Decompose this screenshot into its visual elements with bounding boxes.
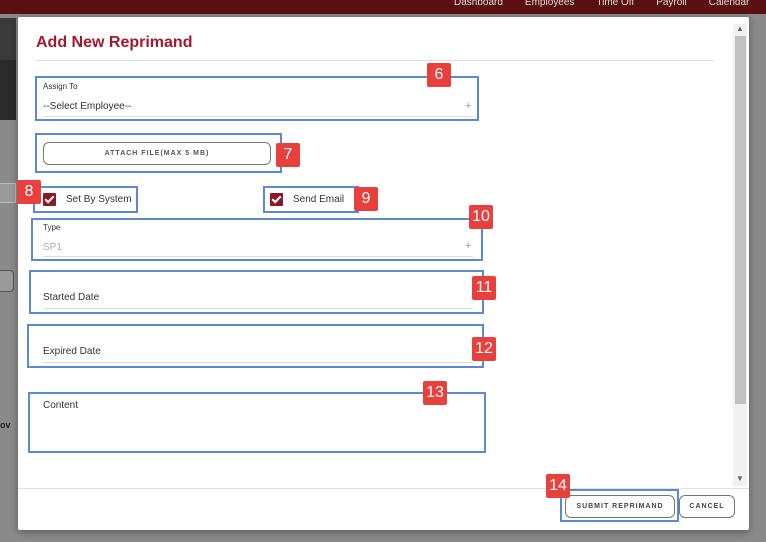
- type-select[interactable]: [31, 218, 483, 261]
- cancel-button[interactable]: CANCEL: [679, 495, 735, 518]
- send-email-checkbox[interactable]: [270, 193, 283, 206]
- expired-date-underline: [43, 362, 473, 363]
- plus-icon: +: [465, 100, 472, 112]
- modal-title: Add New Reprimand: [36, 34, 193, 51]
- nav-employees[interactable]: Employees: [525, 0, 574, 8]
- annotation-badge: 11: [472, 276, 496, 300]
- title-divider: [36, 60, 714, 61]
- assign-to-value: --Select Employee--: [43, 101, 132, 112]
- set-by-system-label: Set By System: [66, 194, 132, 205]
- started-date-label: Started Date: [43, 292, 100, 303]
- attach-file-button[interactable]: ATTACH FILE(MAX 5 MB): [43, 142, 271, 165]
- annotation-badge: 12: [472, 337, 496, 361]
- background-button: [0, 270, 14, 292]
- background-text: ov: [0, 420, 11, 430]
- type-value: SP1: [43, 242, 62, 253]
- annotation-badge: 10: [469, 205, 493, 229]
- expired-date-label: Expired Date: [43, 346, 101, 357]
- nav-time-off[interactable]: Time Off: [596, 0, 634, 8]
- scroll-down-arrow-icon[interactable]: ▼: [735, 474, 745, 483]
- assign-to-label: Assign To: [43, 82, 78, 91]
- annotation-badge: 7: [276, 143, 300, 167]
- nav-payroll[interactable]: Payroll: [656, 0, 687, 8]
- app-nav: Dashboard Employees Time Off Payroll Cal…: [454, 0, 766, 8]
- annotation-badge: 9: [354, 187, 378, 211]
- started-date-underline: [43, 308, 473, 309]
- content-textarea[interactable]: [28, 392, 486, 453]
- set-by-system-checkbox[interactable]: [43, 193, 56, 206]
- annotation-badge: 14: [546, 474, 570, 498]
- assign-to-select[interactable]: [35, 76, 479, 121]
- content-label: Content: [43, 400, 79, 411]
- send-email-label: Send Email: [293, 194, 345, 205]
- nav-calendar[interactable]: Calendar: [709, 0, 750, 8]
- type-label: Type: [43, 223, 61, 232]
- assign-to-underline: [43, 116, 473, 117]
- scroll-up-arrow-icon[interactable]: ▲: [735, 24, 745, 33]
- annotation-badge: 6: [427, 63, 451, 87]
- type-underline: [43, 256, 473, 257]
- plus-icon: +: [465, 240, 472, 252]
- nav-dashboard[interactable]: Dashboard: [454, 0, 503, 8]
- annotation-badge: 8: [17, 180, 41, 204]
- background-select: [0, 183, 16, 203]
- modal-scrollbar-thumb[interactable]: [735, 36, 746, 404]
- annotation-badge: 13: [423, 381, 447, 405]
- background-sidebar-band: [0, 60, 16, 120]
- submit-reprimand-button[interactable]: SUBMIT REPRIMAND: [565, 495, 675, 518]
